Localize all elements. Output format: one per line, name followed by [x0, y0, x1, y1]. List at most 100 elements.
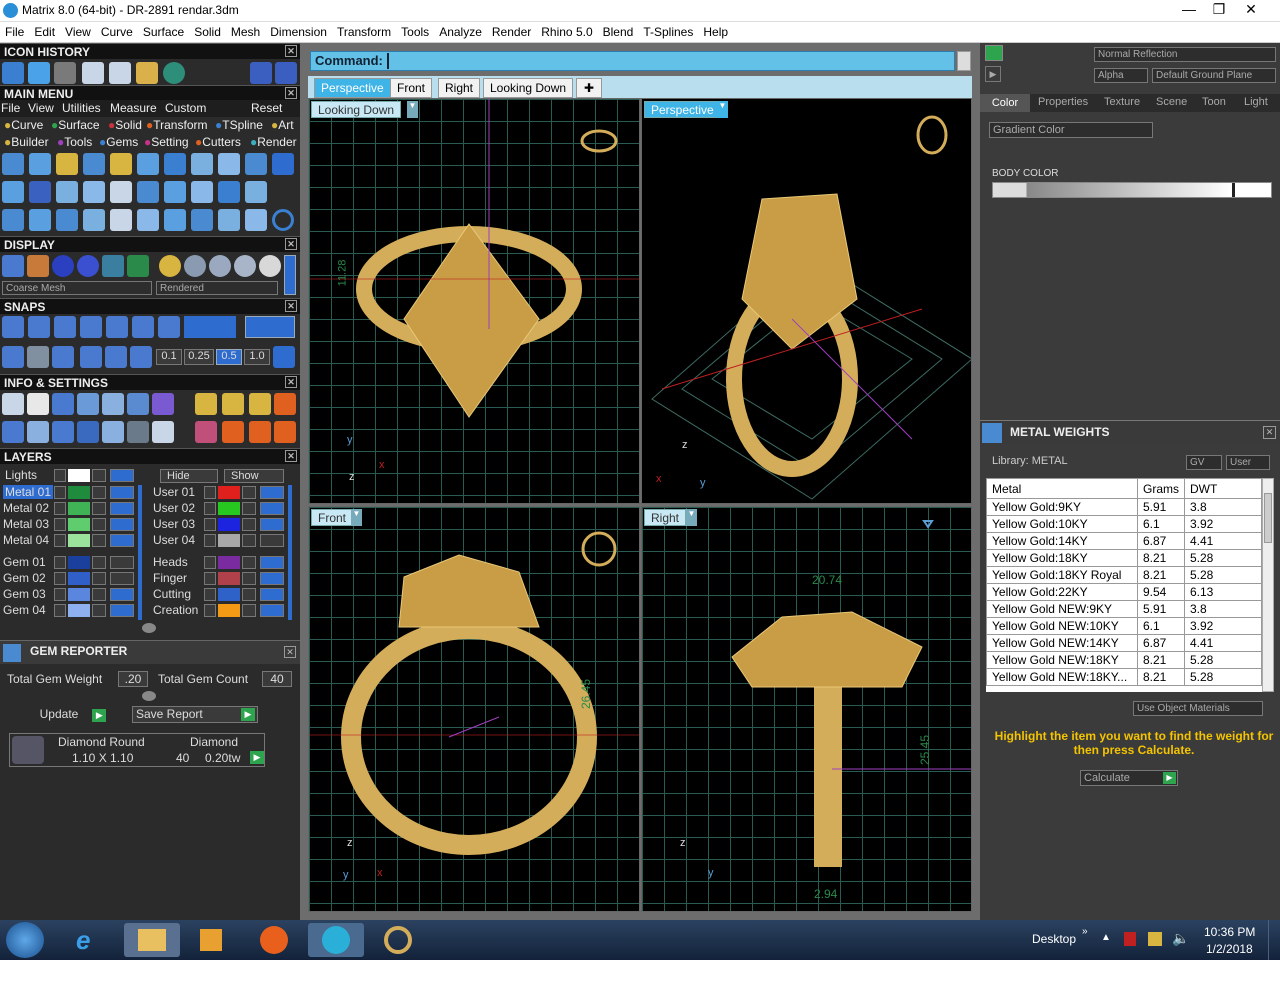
layer-name[interactable]: User 01 [153, 485, 195, 499]
layer-color-swatch[interactable] [68, 572, 90, 585]
material-icon[interactable] [259, 255, 281, 277]
snap-toggle[interactable] [184, 316, 236, 338]
ground-plane-dropdown[interactable]: Default Ground Plane [1152, 68, 1276, 83]
table-row[interactable]: Yellow Gold:18KY Royal 8.21 5.28 [986, 566, 1262, 584]
save-report-button[interactable]: Save Report ▶ [132, 706, 258, 723]
arrow-icon[interactable] [204, 556, 216, 569]
layer-color-swatch[interactable] [218, 604, 240, 617]
mm-view[interactable]: View [28, 101, 54, 115]
tab-color[interactable]: Color [980, 94, 1030, 112]
layer-row[interactable]: Metal 03 [0, 517, 150, 532]
close-button[interactable]: ✕ [1236, 0, 1266, 20]
layer-row[interactable]: Gem 01 [0, 555, 150, 570]
lock-icon[interactable] [242, 572, 256, 585]
tool-icon[interactable] [110, 153, 132, 175]
table-row[interactable]: Yellow Gold NEW:14KY 6.87 4.41 [986, 634, 1262, 652]
lock-icon[interactable] [92, 486, 106, 499]
tool-icon[interactable] [2, 181, 24, 203]
lock-icon[interactable] [92, 588, 106, 601]
info-icon[interactable] [102, 393, 124, 415]
visibility-icon[interactable] [110, 604, 134, 617]
tool-icon[interactable] [218, 209, 240, 231]
matrix-logo-icon[interactable] [163, 62, 185, 84]
tab-looking-down[interactable]: Looking Down [483, 78, 574, 98]
mm-curve[interactable]: ●Curve [4, 118, 43, 132]
matrix-taskbar-icon[interactable] [308, 923, 364, 957]
table-row[interactable]: Yellow Gold:9KY 5.91 3.8 [986, 498, 1262, 516]
layer-scrollbar[interactable] [288, 485, 292, 620]
layer-color-swatch[interactable] [218, 518, 240, 531]
mm-gems[interactable]: ●Gems [99, 135, 138, 149]
lock-icon[interactable] [92, 604, 106, 617]
visibility-icon[interactable] [110, 588, 134, 601]
arrow-icon[interactable] [54, 486, 66, 499]
material-icon[interactable] [234, 255, 256, 277]
layer-color-swatch[interactable] [218, 556, 240, 569]
lock-icon[interactable] [92, 534, 106, 547]
arrow-icon[interactable] [204, 518, 216, 531]
menu-mesh[interactable]: Mesh [226, 22, 265, 39]
hide-button[interactable]: Hide [160, 469, 218, 483]
info-icon[interactable] [274, 421, 296, 443]
tool-icon[interactable] [137, 209, 159, 231]
lock-icon[interactable] [92, 572, 106, 585]
tab-front[interactable]: Front [390, 78, 433, 98]
tool-icon[interactable] [29, 181, 51, 203]
viewport-right[interactable]: Right ▼ 20.74 25.45 2.94 z y [641, 506, 972, 912]
lock-icon[interactable] [242, 604, 256, 617]
close-icon[interactable]: ✕ [285, 300, 297, 312]
close-icon[interactable]: ✕ [285, 376, 297, 388]
arrow-icon[interactable] [204, 486, 216, 499]
arrow-icon[interactable] [54, 556, 66, 569]
layer-color-swatch[interactable] [68, 518, 90, 531]
render-mode-dropdown[interactable]: Rendered [156, 281, 278, 295]
table-row[interactable]: Yellow Gold:14KY 6.87 4.41 [986, 532, 1262, 550]
play-icon[interactable]: ▶ [985, 66, 1001, 82]
layer-row[interactable]: Metal 04 [0, 533, 150, 548]
snap-value-0.25[interactable]: 0.25 [184, 349, 214, 365]
layer-color-swatch[interactable] [218, 534, 240, 547]
tool-icon[interactable] [2, 153, 24, 175]
menu-view[interactable]: View [60, 22, 96, 39]
filter-icon[interactable] [102, 421, 124, 443]
show-desktop-button[interactable] [1268, 920, 1280, 960]
move-icon[interactable] [110, 209, 132, 231]
menu-file[interactable]: File [0, 22, 29, 39]
arrow-icon[interactable] [54, 518, 66, 531]
color-swatch[interactable] [985, 45, 1003, 61]
lock-icon[interactable] [242, 502, 256, 515]
tool-icon[interactable] [245, 153, 267, 175]
tool-icon[interactable] [191, 181, 213, 203]
mm-cutters[interactable]: ●Cutters [195, 135, 241, 149]
arrow-icon[interactable] [204, 588, 216, 601]
arrow-icon[interactable] [54, 469, 66, 482]
table-row[interactable]: Yellow Gold NEW:10KY 6.1 3.92 [986, 617, 1262, 635]
save-icon[interactable] [82, 62, 104, 84]
mm-setting[interactable]: ●Setting [144, 135, 189, 149]
lights-color-swatch[interactable] [68, 469, 90, 482]
info-icon[interactable] [249, 421, 271, 443]
tool-icon[interactable] [164, 153, 186, 175]
tool-icon[interactable] [56, 209, 78, 231]
menu-dimension[interactable]: Dimension [265, 22, 332, 39]
snap-toggle[interactable] [245, 316, 295, 338]
arrow-icon[interactable] [54, 604, 66, 617]
layer-color-swatch[interactable] [68, 502, 90, 515]
snap-icon[interactable] [54, 316, 76, 338]
close-icon[interactable]: ✕ [285, 87, 297, 99]
snap-value-0.5[interactable]: 0.5 [216, 349, 242, 365]
minimize-button[interactable]: — [1174, 0, 1204, 20]
snap-icon[interactable] [28, 316, 50, 338]
gold-material-icon[interactable] [159, 255, 181, 277]
mm-solid[interactable]: ●Solid [108, 118, 142, 132]
gv-button[interactable]: GV [1186, 455, 1222, 470]
tool-icon[interactable] [56, 153, 78, 175]
reflection-dropdown[interactable]: Normal Reflection [1094, 47, 1276, 62]
lock-icon[interactable] [242, 556, 256, 569]
layer-name[interactable]: Gem 03 [3, 587, 46, 601]
visibility-icon[interactable] [110, 556, 134, 569]
restore-button[interactable]: ❐ [1204, 0, 1234, 20]
layer-color-swatch[interactable] [68, 604, 90, 617]
layer-name[interactable]: User 04 [153, 533, 195, 547]
visibility-icon[interactable] [260, 604, 284, 617]
